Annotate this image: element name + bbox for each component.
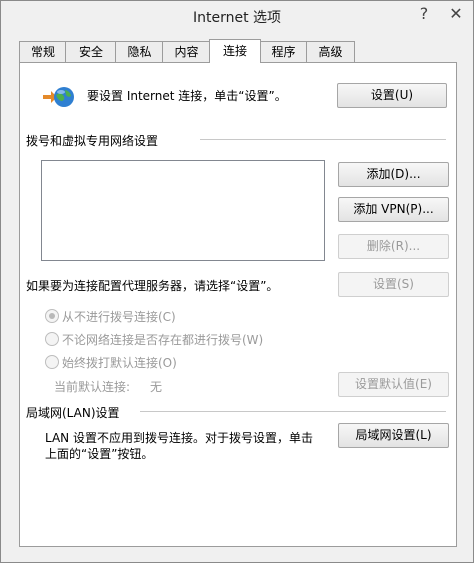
internet-connection-icon bbox=[43, 87, 74, 107]
lan-separator bbox=[140, 411, 446, 412]
tab-general[interactable]: 常规 bbox=[19, 41, 67, 62]
setup-button[interactable]: 设置(U) bbox=[337, 83, 447, 108]
radio-always-dial-default-label[interactable]: 始终拨打默认连接(O) bbox=[62, 354, 177, 371]
set-default-button[interactable]: 设置默认值(E) bbox=[338, 372, 449, 397]
tab-advanced[interactable]: 高级 bbox=[306, 41, 355, 62]
window-title: Internet 选项 bbox=[192, 10, 282, 26]
setup-instruction: 要设置 Internet 连接，单击“设置”。 bbox=[87, 89, 287, 103]
radio-never-dial[interactable] bbox=[45, 309, 59, 323]
current-default-label: 当前默认连接: bbox=[54, 380, 131, 394]
current-default-value: 无 bbox=[150, 380, 163, 394]
dialup-separator bbox=[200, 139, 446, 140]
lan-heading: 局域网(LAN)设置 bbox=[26, 406, 120, 420]
lan-instruction-line2: 上面的“设置”按钮。 bbox=[45, 447, 154, 461]
add-vpn-button[interactable]: 添加 VPN(P)... bbox=[338, 197, 449, 222]
proxy-instruction: 如果要为连接配置代理服务器，请选择“设置”。 bbox=[26, 279, 279, 293]
title-bar: Internet 选项 ? ✕ bbox=[1, 1, 473, 35]
help-button[interactable]: ? bbox=[413, 3, 435, 25]
internet-options-window: Internet 选项 ? ✕ 常规 安全 隐私 内容 连接 程序 高级 要设置… bbox=[0, 0, 474, 563]
tab-security[interactable]: 安全 bbox=[65, 41, 117, 62]
delete-button[interactable]: 删除(R)... bbox=[338, 234, 449, 259]
lan-settings-button[interactable]: 局域网设置(L) bbox=[338, 423, 449, 448]
radio-dial-whenever[interactable] bbox=[45, 332, 59, 346]
tab-privacy[interactable]: 隐私 bbox=[115, 41, 164, 62]
tab-programs[interactable]: 程序 bbox=[259, 41, 308, 62]
connections-panel: 要设置 Internet 连接，单击“设置”。 设置(U) 拨号和虚拟专用网络设… bbox=[19, 62, 457, 547]
tab-content[interactable]: 内容 bbox=[162, 41, 211, 62]
radio-always-dial-default[interactable] bbox=[45, 355, 59, 369]
dialup-settings-button[interactable]: 设置(S) bbox=[338, 272, 449, 297]
connections-list[interactable] bbox=[41, 160, 325, 261]
close-button[interactable]: ✕ bbox=[445, 3, 467, 25]
lan-instruction-line1: LAN 设置不应用到拨号连接。对于拨号设置，单击 bbox=[45, 431, 313, 445]
radio-dial-whenever-label[interactable]: 不论网络连接是否存在都进行拨号(W) bbox=[62, 331, 263, 348]
tab-connections[interactable]: 连接 bbox=[209, 39, 261, 63]
add-button[interactable]: 添加(D)... bbox=[338, 162, 449, 187]
radio-never-dial-label[interactable]: 从不进行拨号连接(C) bbox=[62, 308, 176, 325]
dialup-heading: 拨号和虚拟专用网络设置 bbox=[26, 134, 159, 148]
